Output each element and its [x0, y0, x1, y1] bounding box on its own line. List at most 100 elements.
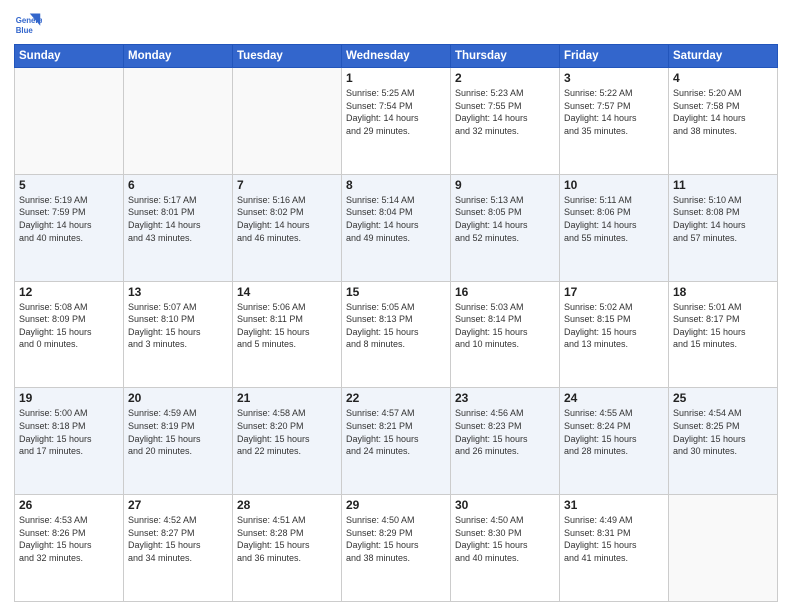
cell-details: Sunrise: 4:50 AM Sunset: 8:30 PM Dayligh…	[455, 514, 555, 564]
cell-details: Sunrise: 4:50 AM Sunset: 8:29 PM Dayligh…	[346, 514, 446, 564]
calendar-cell: 28Sunrise: 4:51 AM Sunset: 8:28 PM Dayli…	[233, 495, 342, 602]
cell-details: Sunrise: 5:23 AM Sunset: 7:55 PM Dayligh…	[455, 87, 555, 137]
day-number: 13	[128, 285, 228, 299]
day-number: 25	[673, 391, 773, 405]
cell-details: Sunrise: 4:57 AM Sunset: 8:21 PM Dayligh…	[346, 407, 446, 457]
day-number: 21	[237, 391, 337, 405]
calendar-cell: 26 Sunrise: 4:53 AM Sunset: 8:26 PM Dayli…	[15, 495, 124, 602]
cell-details: Sunrise: 5:19 AM Sunset: 7:59 PM Dayligh…	[19, 194, 119, 244]
day-number: 29	[346, 498, 446, 512]
day-number: 10	[564, 178, 664, 192]
calendar-cell: 2 Sunrise: 5:23 AM Sunset: 7:55 PM Daylig…	[451, 68, 560, 175]
calendar-cell: 10 Sunrise: 5:11 AM Sunset: 8:06 PM Dayli…	[560, 174, 669, 281]
weekday-header-friday: Friday	[560, 45, 669, 68]
day-number: 17	[564, 285, 664, 299]
calendar-cell: 11 Sunrise: 5:10 AM Sunset: 8:08 PM Dayli…	[669, 174, 778, 281]
cell-details: Sunrise: 4:49 AM Sunset: 8:31 PM Dayligh…	[564, 514, 664, 564]
calendar-cell: 14 Sunrise: 5:06 AM Sunset: 8:11 PM Dayli…	[233, 281, 342, 388]
cell-details: Sunrise: 5:22 AM Sunset: 7:57 PM Dayligh…	[564, 87, 664, 137]
calendar-table: SundayMondayTuesdayWednesdayThursdayFrid…	[14, 44, 778, 602]
day-number: 6	[128, 178, 228, 192]
day-number: 24	[564, 391, 664, 405]
cell-details: Sunrise: 4:59 AM Sunset: 8:19 PM Dayligh…	[128, 407, 228, 457]
cell-details: Sunrise: 5:14 AM Sunset: 8:04 PM Dayligh…	[346, 194, 446, 244]
day-number: 3	[564, 71, 664, 85]
cell-details: Sunrise: 5:00 AM Sunset: 8:18 PM Dayligh…	[19, 407, 119, 457]
calendar-cell: 20 Sunrise: 4:59 AM Sunset: 8:19 PM Dayli…	[124, 388, 233, 495]
calendar-cell: 15Sunrise: 5:05 AM Sunset: 8:13 PM Dayli…	[342, 281, 451, 388]
day-number: 5	[19, 178, 119, 192]
cell-details: Sunrise: 5:11 AM Sunset: 8:06 PM Dayligh…	[564, 194, 664, 244]
calendar-cell: 24 Sunrise: 4:55 AM Sunset: 8:24 PM Dayli…	[560, 388, 669, 495]
day-number: 12	[19, 285, 119, 299]
cell-details: Sunrise: 5:17 AM Sunset: 8:01 PM Dayligh…	[128, 194, 228, 244]
svg-text:Blue: Blue	[16, 26, 34, 35]
cell-details: Sunrise: 4:53 AM Sunset: 8:26 PM Dayligh…	[19, 514, 119, 564]
cell-details: Sunrise: 5:03 AM Sunset: 8:14 PM Dayligh…	[455, 301, 555, 351]
day-number: 30	[455, 498, 555, 512]
day-number: 18	[673, 285, 773, 299]
day-number: 20	[128, 391, 228, 405]
day-number: 8	[346, 178, 446, 192]
cell-details: Sunrise: 5:02 AM Sunset: 8:15 PM Dayligh…	[564, 301, 664, 351]
day-number: 14	[237, 285, 337, 299]
cell-details: Sunrise: 5:08 AM Sunset: 8:09 PM Dayligh…	[19, 301, 119, 351]
calendar-cell: 21 Sunrise: 4:58 AM Sunset: 8:20 PM Dayli…	[233, 388, 342, 495]
day-number: 2	[455, 71, 555, 85]
calendar-cell: 1Sunrise: 5:25 AM Sunset: 7:54 PM Daylig…	[342, 68, 451, 175]
day-number: 22	[346, 391, 446, 405]
day-number: 27	[128, 498, 228, 512]
calendar-cell: 18Sunrise: 5:01 AM Sunset: 8:17 PM Dayli…	[669, 281, 778, 388]
calendar-cell: 4 Sunrise: 5:20 AM Sunset: 7:58 PM Daylig…	[669, 68, 778, 175]
cell-details: Sunrise: 5:16 AM Sunset: 8:02 PM Dayligh…	[237, 194, 337, 244]
calendar-cell: 27 Sunrise: 4:52 AM Sunset: 8:27 PM Dayli…	[124, 495, 233, 602]
day-number: 1	[346, 71, 446, 85]
cell-details: Sunrise: 4:54 AM Sunset: 8:25 PM Dayligh…	[673, 407, 773, 457]
calendar-week-row: 12 Sunrise: 5:08 AM Sunset: 8:09 PM Dayli…	[15, 281, 778, 388]
header: General Blue	[14, 10, 778, 38]
calendar-week-row: 26 Sunrise: 4:53 AM Sunset: 8:26 PM Dayli…	[15, 495, 778, 602]
logo: General Blue	[14, 10, 46, 38]
calendar-week-row: 1Sunrise: 5:25 AM Sunset: 7:54 PM Daylig…	[15, 68, 778, 175]
page: General Blue SundayMondayTuesdayWednesda…	[0, 0, 792, 612]
weekday-header-monday: Monday	[124, 45, 233, 68]
calendar-cell: 17 Sunrise: 5:02 AM Sunset: 8:15 PM Dayli…	[560, 281, 669, 388]
weekday-header-saturday: Saturday	[669, 45, 778, 68]
cell-details: Sunrise: 5:06 AM Sunset: 8:11 PM Dayligh…	[237, 301, 337, 351]
calendar-cell	[124, 68, 233, 175]
cell-details: Sunrise: 4:52 AM Sunset: 8:27 PM Dayligh…	[128, 514, 228, 564]
svg-text:General: General	[16, 16, 42, 25]
cell-details: Sunrise: 4:55 AM Sunset: 8:24 PM Dayligh…	[564, 407, 664, 457]
day-number: 4	[673, 71, 773, 85]
calendar-cell	[233, 68, 342, 175]
weekday-header-thursday: Thursday	[451, 45, 560, 68]
day-number: 7	[237, 178, 337, 192]
calendar-cell: 23Sunrise: 4:56 AM Sunset: 8:23 PM Dayli…	[451, 388, 560, 495]
calendar-cell	[669, 495, 778, 602]
weekday-header-wednesday: Wednesday	[342, 45, 451, 68]
calendar-cell: 5 Sunrise: 5:19 AM Sunset: 7:59 PM Daylig…	[15, 174, 124, 281]
calendar-cell: 7 Sunrise: 5:16 AM Sunset: 8:02 PM Daylig…	[233, 174, 342, 281]
calendar-week-row: 19Sunrise: 5:00 AM Sunset: 8:18 PM Dayli…	[15, 388, 778, 495]
day-number: 23	[455, 391, 555, 405]
calendar-cell: 9Sunrise: 5:13 AM Sunset: 8:05 PM Daylig…	[451, 174, 560, 281]
calendar-cell: 22 Sunrise: 4:57 AM Sunset: 8:21 PM Dayli…	[342, 388, 451, 495]
calendar-cell: 6 Sunrise: 5:17 AM Sunset: 8:01 PM Daylig…	[124, 174, 233, 281]
calendar-cell	[15, 68, 124, 175]
cell-details: Sunrise: 4:58 AM Sunset: 8:20 PM Dayligh…	[237, 407, 337, 457]
day-number: 31	[564, 498, 664, 512]
cell-details: Sunrise: 5:10 AM Sunset: 8:08 PM Dayligh…	[673, 194, 773, 244]
calendar-week-row: 5 Sunrise: 5:19 AM Sunset: 7:59 PM Daylig…	[15, 174, 778, 281]
calendar-cell: 19Sunrise: 5:00 AM Sunset: 8:18 PM Dayli…	[15, 388, 124, 495]
weekday-header-sunday: Sunday	[15, 45, 124, 68]
day-number: 16	[455, 285, 555, 299]
calendar-cell: 31 Sunrise: 4:49 AM Sunset: 8:31 PM Dayli…	[560, 495, 669, 602]
calendar-cell: 29 Sunrise: 4:50 AM Sunset: 8:29 PM Dayli…	[342, 495, 451, 602]
day-number: 28	[237, 498, 337, 512]
day-number: 11	[673, 178, 773, 192]
calendar-cell: 30 Sunrise: 4:50 AM Sunset: 8:30 PM Dayli…	[451, 495, 560, 602]
day-number: 26	[19, 498, 119, 512]
day-number: 15	[346, 285, 446, 299]
cell-details: Sunrise: 5:20 AM Sunset: 7:58 PM Dayligh…	[673, 87, 773, 137]
calendar-cell: 25 Sunrise: 4:54 AM Sunset: 8:25 PM Dayli…	[669, 388, 778, 495]
